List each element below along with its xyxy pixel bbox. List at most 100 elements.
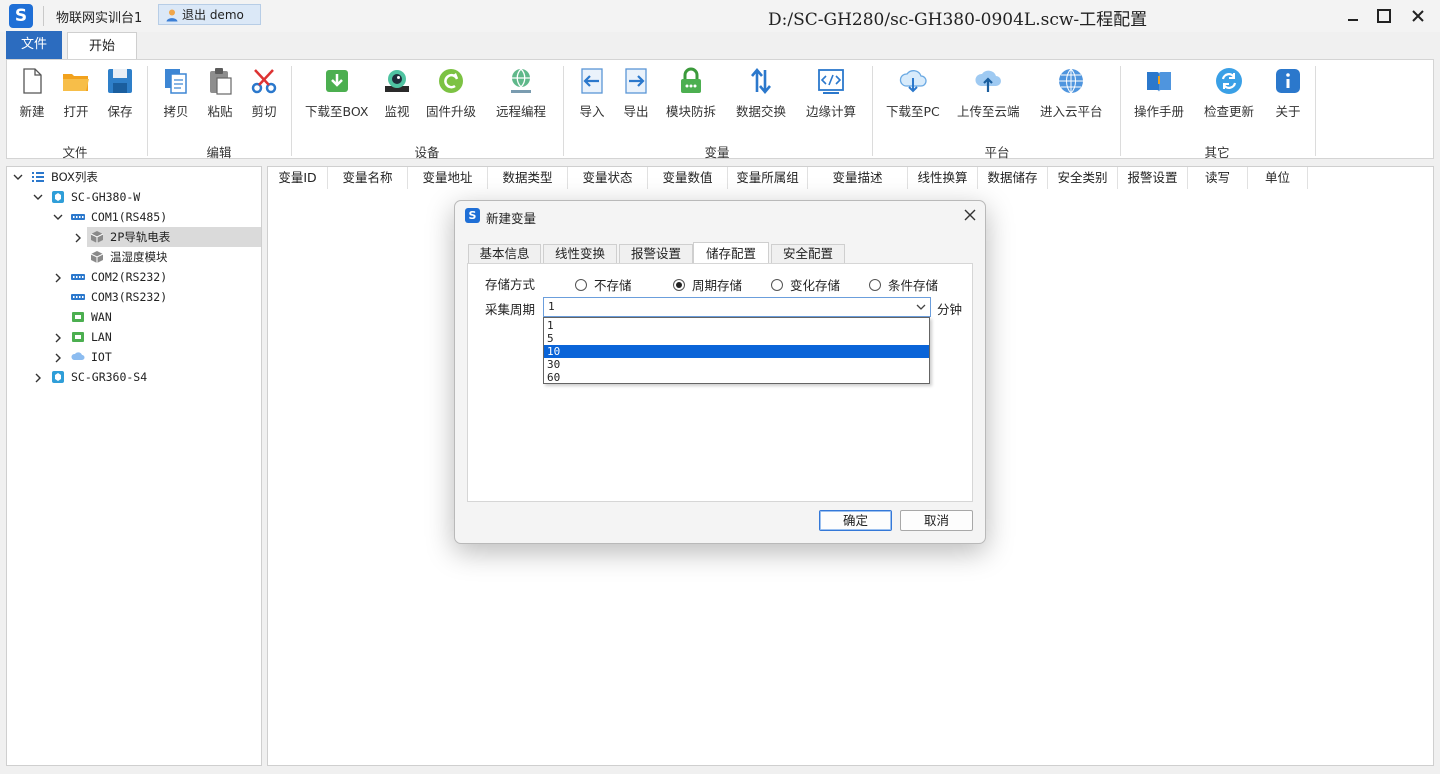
import-button[interactable]: 导入 bbox=[577, 66, 607, 126]
group-separator bbox=[1120, 66, 1121, 156]
radio-on-indicator bbox=[673, 278, 685, 291]
dropdown-option[interactable]: 1 bbox=[544, 319, 929, 332]
close-icon[interactable] bbox=[963, 208, 977, 222]
cloud-icon bbox=[71, 352, 85, 360]
collect-period-select[interactable]: 1 bbox=[543, 297, 931, 317]
app-logo-icon[interactable]: S bbox=[9, 4, 33, 28]
tab-security-config[interactable]: 安全配置 bbox=[771, 244, 845, 263]
remote-program-button[interactable]: 远程编程 bbox=[496, 66, 546, 126]
tree-item-device[interactable]: SC-GR360-S4 bbox=[51, 367, 147, 387]
title-bar: S 物联网实训台1 退出 demo D:/SC-GH280/sc-GH380-0… bbox=[0, 0, 1440, 32]
chevron-right-icon[interactable] bbox=[53, 333, 63, 343]
dropdown-option[interactable]: 30 bbox=[544, 358, 929, 371]
download-pc-button[interactable]: 下载至PC bbox=[886, 66, 940, 126]
save-icon bbox=[108, 69, 132, 93]
chevron-right-icon[interactable] bbox=[33, 373, 43, 383]
grid-column-header[interactable]: 变量ID bbox=[268, 167, 328, 189]
save-button[interactable]: 保存 bbox=[105, 66, 135, 126]
dropdown-option-highlighted[interactable]: 10 bbox=[544, 345, 929, 358]
grid-column-header[interactable]: 变量状态 bbox=[568, 167, 648, 189]
exchange-arrows-icon bbox=[751, 67, 771, 95]
period-unit-label: 分钟 bbox=[937, 302, 963, 317]
cut-button[interactable]: 剪切 bbox=[249, 66, 279, 126]
close-window-button[interactable] bbox=[1405, 4, 1431, 28]
group-separator bbox=[291, 66, 292, 156]
check-update-button[interactable]: 检查更新 bbox=[1204, 66, 1254, 126]
tree-item-network[interactable]: IOT bbox=[71, 347, 112, 367]
serial-port-icon bbox=[71, 214, 85, 220]
tab-linear-transform[interactable]: 线性变换 bbox=[543, 244, 617, 263]
grid-column-header[interactable]: 变量数值 bbox=[648, 167, 728, 189]
chevron-down-icon[interactable] bbox=[13, 172, 23, 182]
manual-button[interactable]: 操作手册 bbox=[1134, 66, 1184, 126]
enter-cloud-button[interactable]: 进入云平台 bbox=[1040, 66, 1103, 126]
minimize-button[interactable] bbox=[1340, 4, 1366, 28]
chevron-right-icon[interactable] bbox=[53, 273, 63, 283]
tab-start[interactable]: 开始 bbox=[67, 32, 137, 60]
logout-button[interactable]: 退出 demo bbox=[158, 4, 261, 25]
radio-no-storage[interactable]: 不存储 bbox=[575, 275, 632, 294]
new-button[interactable]: 新建 bbox=[17, 66, 47, 126]
radio-change-storage[interactable]: 变化存储 bbox=[771, 275, 840, 294]
group-separator bbox=[563, 66, 564, 156]
tab-file[interactable]: 文件 bbox=[6, 31, 62, 59]
grid-column-header[interactable]: 数据类型 bbox=[488, 167, 568, 189]
radio-periodic-storage[interactable]: 周期存储 bbox=[673, 275, 742, 294]
chevron-down-icon[interactable] bbox=[33, 192, 43, 202]
tab-basic-info[interactable]: 基本信息 bbox=[468, 244, 541, 263]
grid-column-header[interactable]: 单位 bbox=[1248, 167, 1308, 189]
chevron-down-icon[interactable] bbox=[53, 212, 63, 222]
close-icon bbox=[1412, 10, 1424, 22]
tree-item-network[interactable]: WAN bbox=[71, 307, 112, 327]
download-box-button[interactable]: 下载至BOX bbox=[305, 66, 368, 126]
grid-column-header[interactable]: 数据储存 bbox=[978, 167, 1048, 189]
copy-button[interactable]: 拷贝 bbox=[161, 66, 191, 126]
maximize-button[interactable] bbox=[1371, 4, 1397, 28]
grid-column-header[interactable]: 变量描述 bbox=[808, 167, 908, 189]
export-button[interactable]: 导出 bbox=[621, 66, 651, 126]
chevron-down-icon bbox=[916, 304, 926, 310]
cancel-button[interactable]: 取消 bbox=[900, 510, 973, 531]
tab-storage-config[interactable]: 储存配置 bbox=[693, 242, 769, 264]
group-separator bbox=[872, 66, 873, 156]
chevron-right-icon[interactable] bbox=[53, 353, 63, 363]
dropdown-option[interactable]: 60 bbox=[544, 371, 929, 384]
copy-icon bbox=[165, 69, 187, 94]
tree-item-port[interactable]: COM1(RS485) bbox=[71, 207, 167, 227]
grid-column-header[interactable]: 线性换算 bbox=[908, 167, 978, 189]
module-cube-icon bbox=[90, 231, 104, 243]
tree-item-port[interactable]: COM2(RS232) bbox=[71, 267, 167, 287]
group-separator bbox=[147, 66, 148, 156]
grid-column-header[interactable]: 读写 bbox=[1188, 167, 1248, 189]
tab-alarm-settings[interactable]: 报警设置 bbox=[619, 244, 693, 263]
book-icon bbox=[1147, 72, 1171, 92]
remote-globe-icon bbox=[511, 68, 531, 93]
chevron-right-icon[interactable] bbox=[73, 233, 83, 243]
radio-condition-storage[interactable]: 条件存储 bbox=[869, 275, 938, 294]
tree-item-module[interactable]: 2P导轨电表 bbox=[87, 227, 261, 247]
edge-computing-button[interactable]: 边缘计算 bbox=[806, 66, 856, 126]
download-box-icon bbox=[325, 70, 348, 92]
refresh-icon bbox=[1216, 68, 1242, 94]
tree-item-port[interactable]: COM3(RS232) bbox=[71, 287, 167, 307]
about-button[interactable]: 关于 bbox=[1273, 66, 1303, 126]
open-button[interactable]: 打开 bbox=[61, 66, 91, 126]
grid-column-header[interactable]: 报警设置 bbox=[1118, 167, 1188, 189]
grid-column-header[interactable]: 安全类别 bbox=[1048, 167, 1118, 189]
tree-item-network[interactable]: LAN bbox=[71, 327, 112, 347]
paste-button[interactable]: 粘贴 bbox=[205, 66, 235, 126]
data-exchange-button[interactable]: 数据交换 bbox=[736, 66, 786, 126]
group-label-other: 其它 bbox=[1204, 145, 1230, 160]
monitor-button[interactable]: 监视 bbox=[382, 66, 412, 126]
tree-item-device[interactable]: SC-GH380-W bbox=[51, 187, 140, 207]
grid-column-header[interactable]: 变量名称 bbox=[328, 167, 408, 189]
grid-column-header[interactable]: 变量地址 bbox=[408, 167, 488, 189]
upload-cloud-button[interactable]: 上传至云端 bbox=[957, 66, 1020, 126]
grid-column-header[interactable]: 变量所属组 bbox=[728, 167, 808, 189]
tree-item-root[interactable]: BOX列表 bbox=[31, 167, 98, 187]
firmware-upgrade-button[interactable]: 固件升级 bbox=[426, 66, 476, 126]
ok-button[interactable]: 确定 bbox=[819, 510, 892, 531]
dropdown-option[interactable]: 5 bbox=[544, 332, 929, 345]
anti-tamper-button[interactable]: 模块防拆 bbox=[666, 66, 716, 126]
tree-item-module[interactable]: 温湿度模块 bbox=[90, 247, 168, 267]
